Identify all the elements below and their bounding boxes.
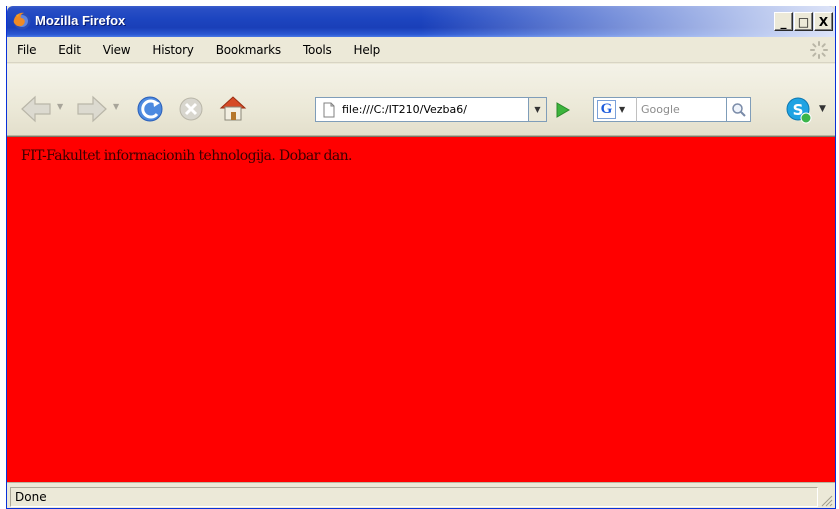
url-dropdown-button[interactable]: ▼ xyxy=(529,97,547,122)
skype-icon[interactable]: S xyxy=(785,95,813,125)
page-content: FIT-Fakultet informacionih tehnologija. … xyxy=(7,136,835,482)
window-title: Mozilla Firefox xyxy=(35,13,126,28)
back-dropdown-icon[interactable]: ▼ xyxy=(57,102,63,111)
menu-edit[interactable]: Edit xyxy=(58,43,81,57)
menu-bar: File Edit View History Bookmarks Tools H… xyxy=(7,37,835,63)
google-logo-icon: G xyxy=(597,100,616,119)
close-button[interactable]: X xyxy=(814,12,833,31)
url-text[interactable]: file:///C:/IT210/Vezba6/ xyxy=(342,103,522,116)
menu-history[interactable]: History xyxy=(152,43,193,57)
search-engine-selector[interactable]: G ▼ xyxy=(593,97,637,122)
maximize-button[interactable]: □ xyxy=(794,12,813,31)
search-icon xyxy=(731,102,746,117)
window-controls: _ □ X xyxy=(774,12,833,31)
forward-icon[interactable] xyxy=(75,94,109,124)
home-icon[interactable] xyxy=(217,93,249,123)
go-icon[interactable] xyxy=(552,100,572,120)
skype-dropdown-icon[interactable]: ▼ xyxy=(819,104,826,114)
navigation-toolbar: ▼ ▼ file:///C:/IT210/Vezba6/ ▼ G ▼ Googl… xyxy=(7,64,835,136)
minimize-button[interactable]: _ xyxy=(774,12,793,31)
firefox-logo-icon xyxy=(13,12,31,30)
page-icon xyxy=(323,102,335,117)
search-input[interactable]: Google xyxy=(637,97,727,122)
throbber-icon xyxy=(810,41,828,59)
resize-grip-icon[interactable] xyxy=(819,493,833,507)
menu-bookmarks[interactable]: Bookmarks xyxy=(216,43,281,57)
forward-dropdown-icon[interactable]: ▼ xyxy=(113,102,119,111)
stop-icon[interactable] xyxy=(177,95,205,123)
title-bar[interactable]: Mozilla Firefox _ □ X xyxy=(7,6,835,37)
status-text: Done xyxy=(10,487,818,507)
search-button[interactable] xyxy=(727,97,751,122)
url-bar[interactable]: file:///C:/IT210/Vezba6/ xyxy=(315,97,529,122)
menu-file[interactable]: File xyxy=(17,43,36,57)
page-body-text: FIT-Fakultet informacionih tehnologija. … xyxy=(21,148,353,164)
browser-window: Mozilla Firefox _ □ X File Edit View His… xyxy=(6,6,836,509)
chevron-down-icon: ▼ xyxy=(619,105,626,114)
reload-icon[interactable] xyxy=(135,94,165,124)
back-icon[interactable] xyxy=(19,94,53,124)
menu-tools[interactable]: Tools xyxy=(303,43,332,57)
menu-help[interactable]: Help xyxy=(354,43,381,57)
status-bar: Done xyxy=(7,482,835,508)
menu-view[interactable]: View xyxy=(103,43,131,57)
